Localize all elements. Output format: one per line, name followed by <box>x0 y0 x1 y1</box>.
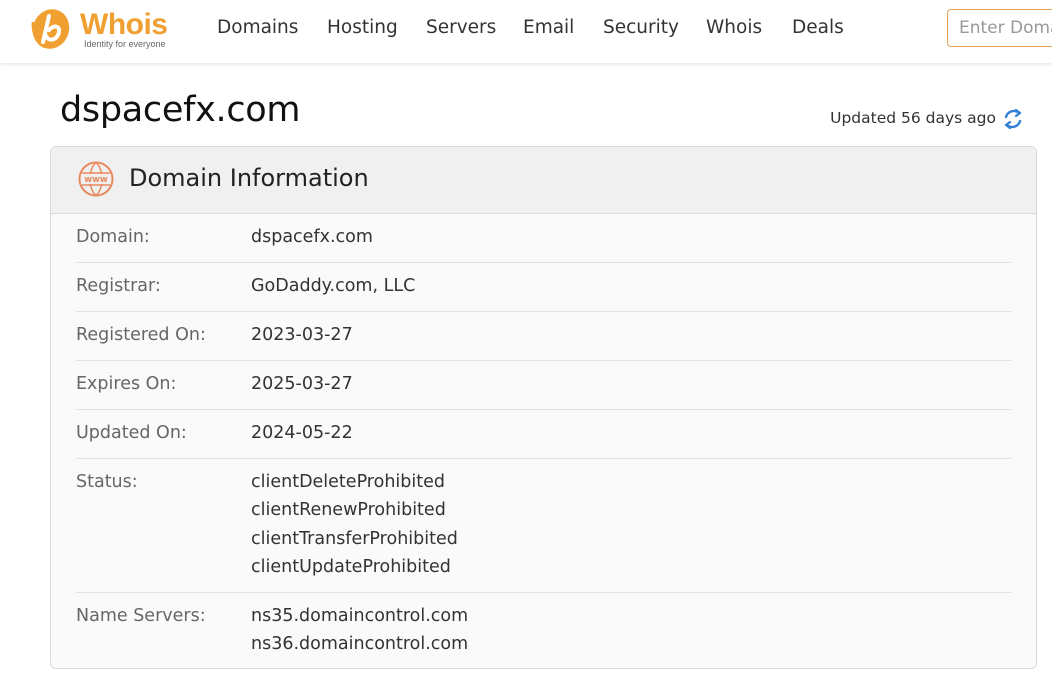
row-domain: Domain: dspacefx.com <box>76 214 1011 263</box>
whois-logo-icon <box>31 9 70 49</box>
domain-search-input[interactable]: Enter Domain <box>947 9 1052 47</box>
whois-logo[interactable]: Whois Identity for everyone <box>30 8 190 52</box>
name-server-value[interactable]: ns35.domaincontrol.com <box>251 602 468 630</box>
row-name-servers: Name Servers: ns35.domaincontrol.com ns3… <box>76 593 1011 668</box>
logo-wordmark: Whois <box>80 8 168 41</box>
domain-information-card: www Domain Information Domain: dspacefx.… <box>50 146 1037 669</box>
svg-text:www: www <box>84 175 108 185</box>
row-registrar: Registrar: GoDaddy.com, LLC <box>76 263 1011 312</box>
row-value: 2025-03-27 <box>251 374 353 394</box>
status-value: clientDeleteProhibited <box>251 472 445 492</box>
row-label: Updated On: <box>76 423 187 443</box>
updated-status: Updated 56 days ago <box>830 109 996 127</box>
nav-servers[interactable]: Servers <box>426 17 496 38</box>
nav-email[interactable]: Email <box>523 17 574 38</box>
status-value: clientTransferProhibited <box>251 528 458 549</box>
nav-domains[interactable]: Domains <box>217 17 298 38</box>
row-value-list: clientDeleteProhibited clientRenewProhib… <box>251 468 458 581</box>
row-status: Status: clientDeleteProhibited clientRen… <box>76 459 1011 593</box>
row-label: Registrar: <box>76 276 161 296</box>
row-label: Domain: <box>76 227 150 247</box>
status-value: clientUpdateProhibited <box>251 556 451 577</box>
row-value: dspacefx.com <box>251 227 373 247</box>
row-value-list: ns35.domaincontrol.com ns36.domaincontro… <box>251 602 468 659</box>
nav-security[interactable]: Security <box>603 17 679 38</box>
row-value: GoDaddy.com, LLC <box>251 276 416 296</box>
www-globe-icon: www <box>78 161 114 197</box>
nav-deals[interactable]: Deals <box>792 17 844 38</box>
row-value: 2023-03-27 <box>251 325 353 345</box>
status-value: clientRenewProhibited <box>251 500 446 521</box>
nav-whois[interactable]: Whois <box>706 17 762 38</box>
refresh-icon[interactable] <box>1002 107 1024 131</box>
page-title: dspacefx.com <box>60 90 301 130</box>
row-registered-on: Registered On: 2023-03-27 <box>76 312 1011 361</box>
row-expires-on: Expires On: 2025-03-27 <box>76 361 1011 410</box>
row-label: Registered On: <box>76 325 206 345</box>
name-server-value[interactable]: ns36.domaincontrol.com <box>251 630 468 658</box>
row-updated-on: Updated On: 2024-05-22 <box>76 410 1011 459</box>
row-label: Expires On: <box>76 374 177 394</box>
top-navigation-bar: Whois Identity for everyone Domains Host… <box>0 0 1052 63</box>
row-label: Name Servers: <box>76 606 206 626</box>
nav-hosting[interactable]: Hosting <box>327 17 398 38</box>
logo-tagline: Identity for everyone <box>84 39 166 49</box>
row-value: 2024-05-22 <box>251 423 353 443</box>
card-header: www Domain Information <box>51 147 1036 214</box>
row-label: Status: <box>76 472 138 492</box>
card-title: Domain Information <box>129 164 369 192</box>
